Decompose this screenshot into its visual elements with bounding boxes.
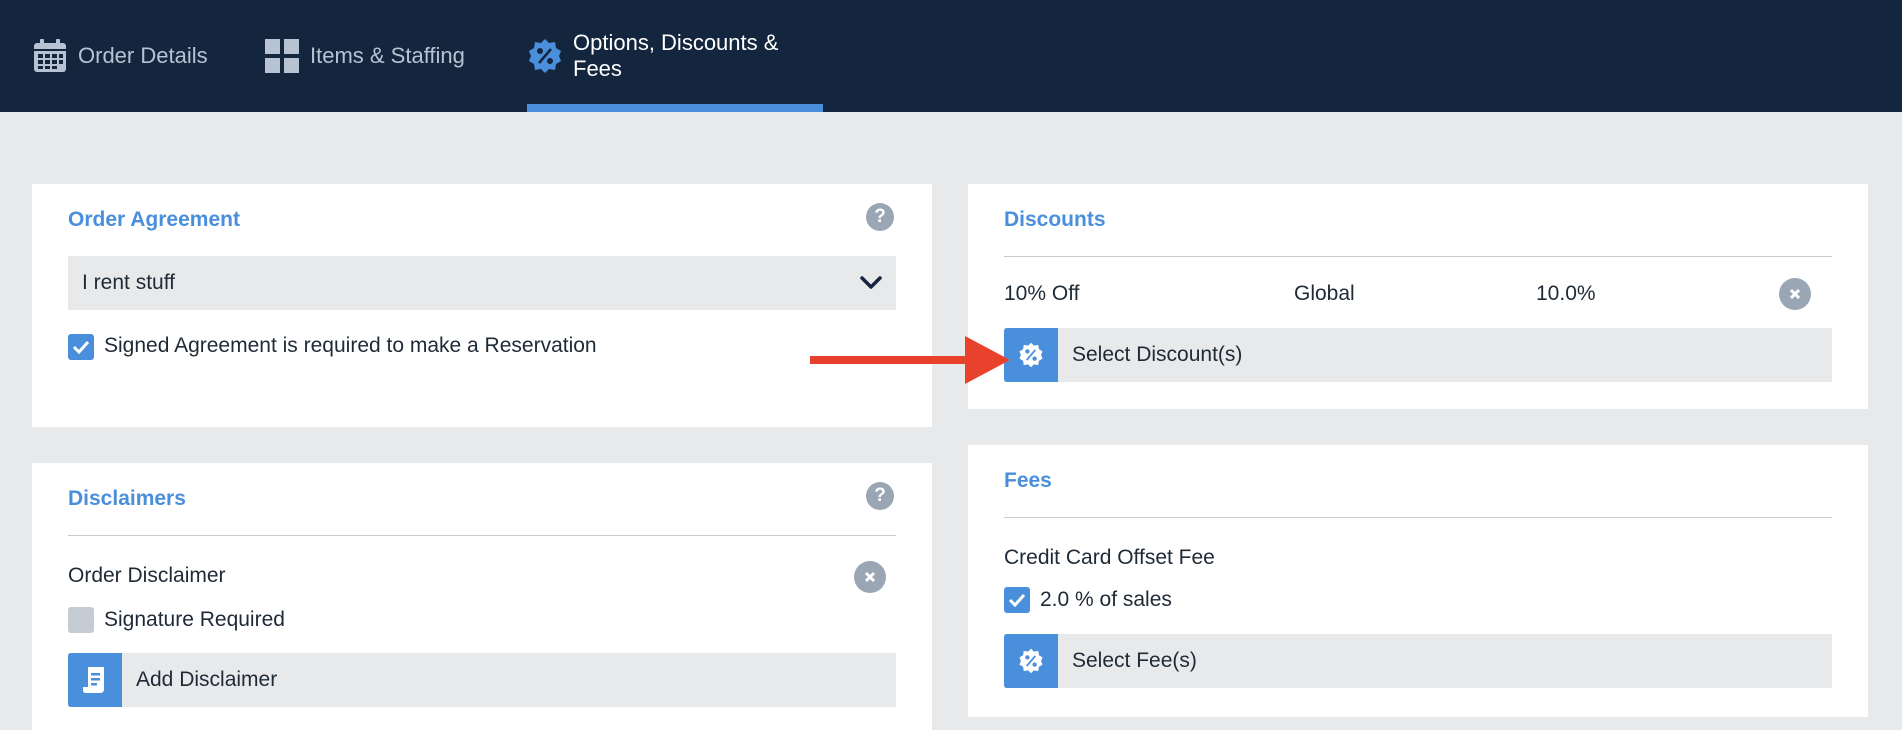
checkmark-icon	[1008, 593, 1026, 607]
remove-disclaimer-button[interactable]	[854, 561, 886, 593]
select-fees-label: Select Fee(s)	[1072, 649, 1197, 672]
close-icon	[864, 571, 876, 583]
percent-badge-icon	[1004, 328, 1058, 382]
close-icon	[1789, 288, 1801, 300]
fee-name: Credit Card Offset Fee	[1004, 546, 1215, 569]
select-discounts-label: Select Discount(s)	[1072, 343, 1243, 366]
discount-amount: 10.0%	[1536, 282, 1596, 305]
fee-option-checkbox[interactable]	[1004, 587, 1030, 613]
order-agreement-panel: Order Agreement ? I rent stuff Signed Ag…	[32, 184, 932, 427]
agreement-select-value: I rent stuff	[82, 271, 175, 294]
percent-badge-icon	[1004, 634, 1058, 688]
grid-icon	[264, 38, 300, 74]
fees-panel: Fees Credit Card Offset Fee 2.0 % of sal…	[968, 445, 1868, 717]
annotation-arrow-icon	[810, 336, 1010, 389]
panel-title: Order Agreement	[68, 208, 240, 231]
signed-agreement-label: Signed Agreement is required to make a R…	[104, 334, 597, 357]
disclaimer-name: Order Disclaimer	[68, 564, 226, 587]
signature-required-label: Signature Required	[104, 608, 285, 631]
percent-badge-icon	[527, 38, 563, 74]
add-disclaimer-button[interactable]: Add Disclaimer	[68, 653, 896, 707]
scroll-document-icon	[68, 653, 122, 707]
panel-title: Disclaimers	[68, 487, 186, 510]
tab-label: Items & Staffing	[310, 43, 465, 68]
tab-label: Order Details	[78, 43, 208, 68]
panel-title: Discounts	[1004, 208, 1106, 231]
divider	[68, 535, 896, 536]
discount-name: 10% Off	[1004, 282, 1080, 305]
tab-items-staffing[interactable]: Items & Staffing	[264, 0, 465, 112]
discount-scope: Global	[1294, 282, 1355, 305]
agreement-select[interactable]: I rent stuff	[68, 256, 896, 310]
signed-agreement-checkbox[interactable]	[68, 334, 94, 360]
select-fees-button[interactable]: Select Fee(s)	[1004, 634, 1832, 688]
signature-required-checkbox[interactable]	[68, 607, 94, 633]
disclaimers-panel: Disclaimers ? Order Disclaimer Signature…	[32, 463, 932, 730]
panel-title: Fees	[1004, 469, 1052, 492]
chevron-down-icon	[860, 276, 882, 290]
divider	[1004, 517, 1832, 518]
calendar-icon	[32, 38, 68, 74]
fee-option-label: 2.0 % of sales	[1040, 588, 1172, 611]
checkmark-icon	[72, 340, 90, 354]
tab-label: Options, Discounts & Fees	[573, 30, 779, 81]
top-nav-bar: Order Details Items & Staffing Options, …	[0, 0, 1902, 112]
discounts-panel: Discounts 10% Off Global 10.0% Select Di…	[968, 184, 1868, 409]
select-discounts-button[interactable]: Select Discount(s)	[1004, 328, 1832, 382]
tab-options-discounts-fees[interactable]: Options, Discounts & Fees	[527, 0, 823, 112]
divider	[1004, 256, 1832, 257]
add-disclaimer-label: Add Disclaimer	[136, 668, 278, 691]
remove-discount-button[interactable]	[1779, 278, 1811, 310]
help-icon[interactable]: ?	[866, 482, 894, 510]
help-icon[interactable]: ?	[866, 203, 894, 231]
tab-order-details[interactable]: Order Details	[32, 0, 208, 112]
